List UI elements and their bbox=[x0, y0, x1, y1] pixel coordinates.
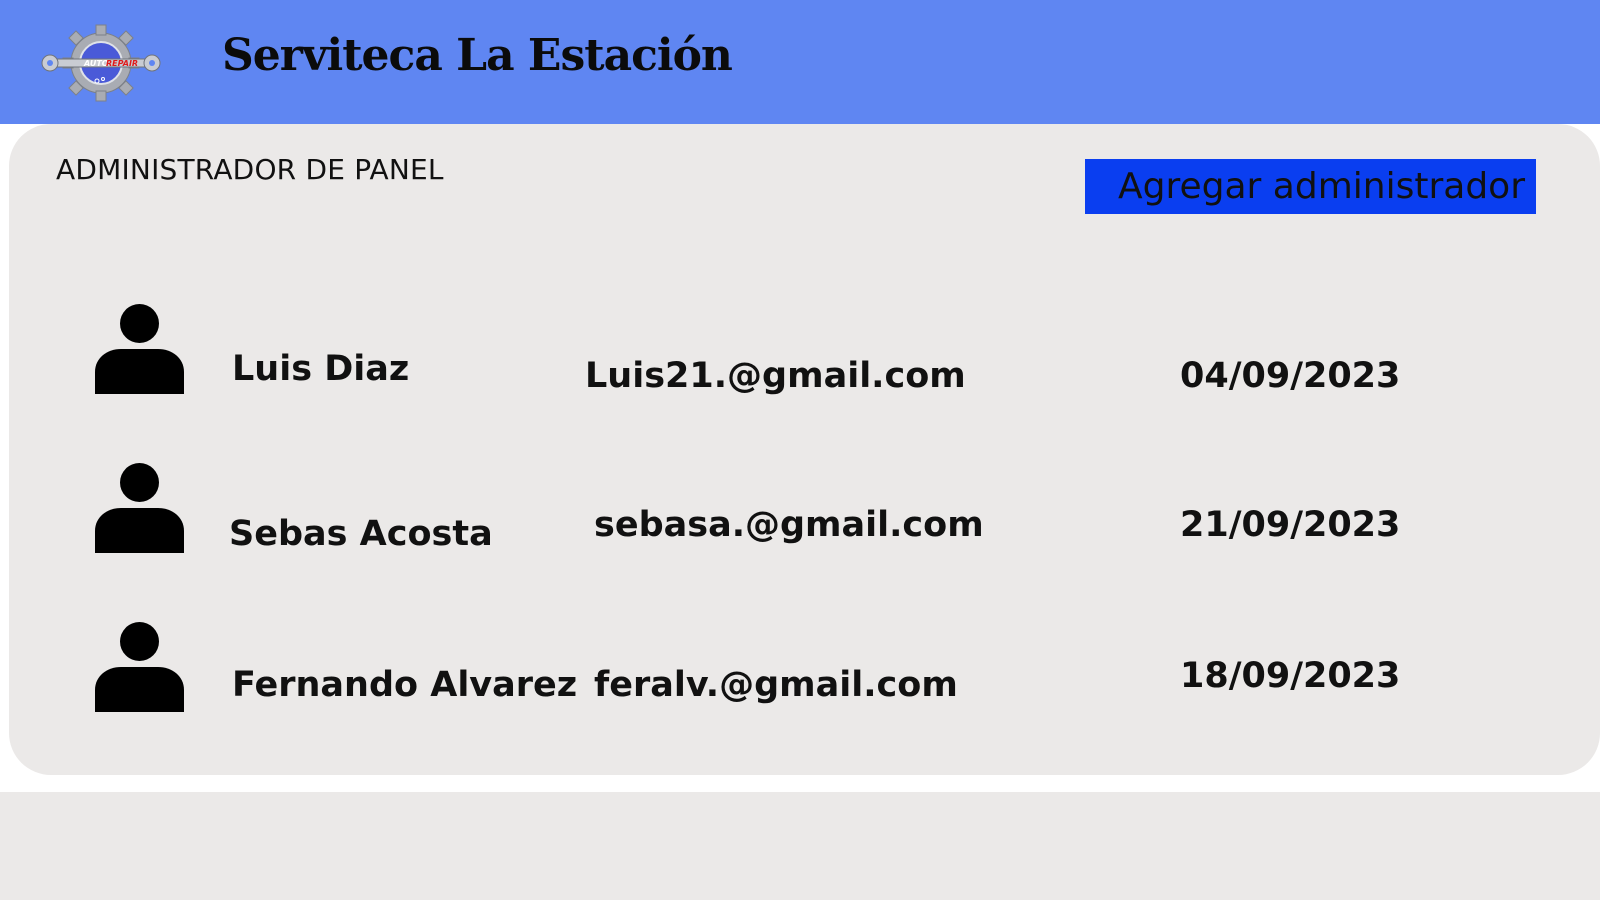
app-header: AUTO REPAIR Serviteca La Estación bbox=[0, 0, 1600, 124]
logo-text-repair: REPAIR bbox=[106, 59, 138, 68]
admin-name: Sebas Acosta bbox=[229, 514, 493, 554]
admin-email: sebasa.@gmail.com bbox=[594, 505, 984, 545]
admin-name: Fernando Alvarez bbox=[232, 665, 578, 705]
add-admin-button[interactable]: Agregar administrador bbox=[1085, 159, 1536, 214]
admin-email: Luis21.@gmail.com bbox=[585, 356, 966, 396]
admin-name: Luis Diaz bbox=[232, 349, 410, 389]
admin-email: feralv.@gmail.com bbox=[594, 665, 958, 705]
panel-title: ADMINISTRADOR DE PANEL bbox=[56, 153, 444, 186]
logo-text-auto: AUTO bbox=[83, 59, 109, 68]
app-title: Serviteca La Estación bbox=[222, 30, 733, 81]
user-icon bbox=[95, 622, 184, 712]
auto-repair-logo[interactable]: AUTO REPAIR bbox=[40, 23, 162, 103]
user-icon bbox=[95, 304, 184, 394]
admin-date: 21/09/2023 bbox=[1180, 505, 1401, 545]
admin-date: 04/09/2023 bbox=[1180, 356, 1401, 396]
admin-date: 18/09/2023 bbox=[1180, 656, 1401, 696]
user-icon bbox=[95, 463, 184, 553]
